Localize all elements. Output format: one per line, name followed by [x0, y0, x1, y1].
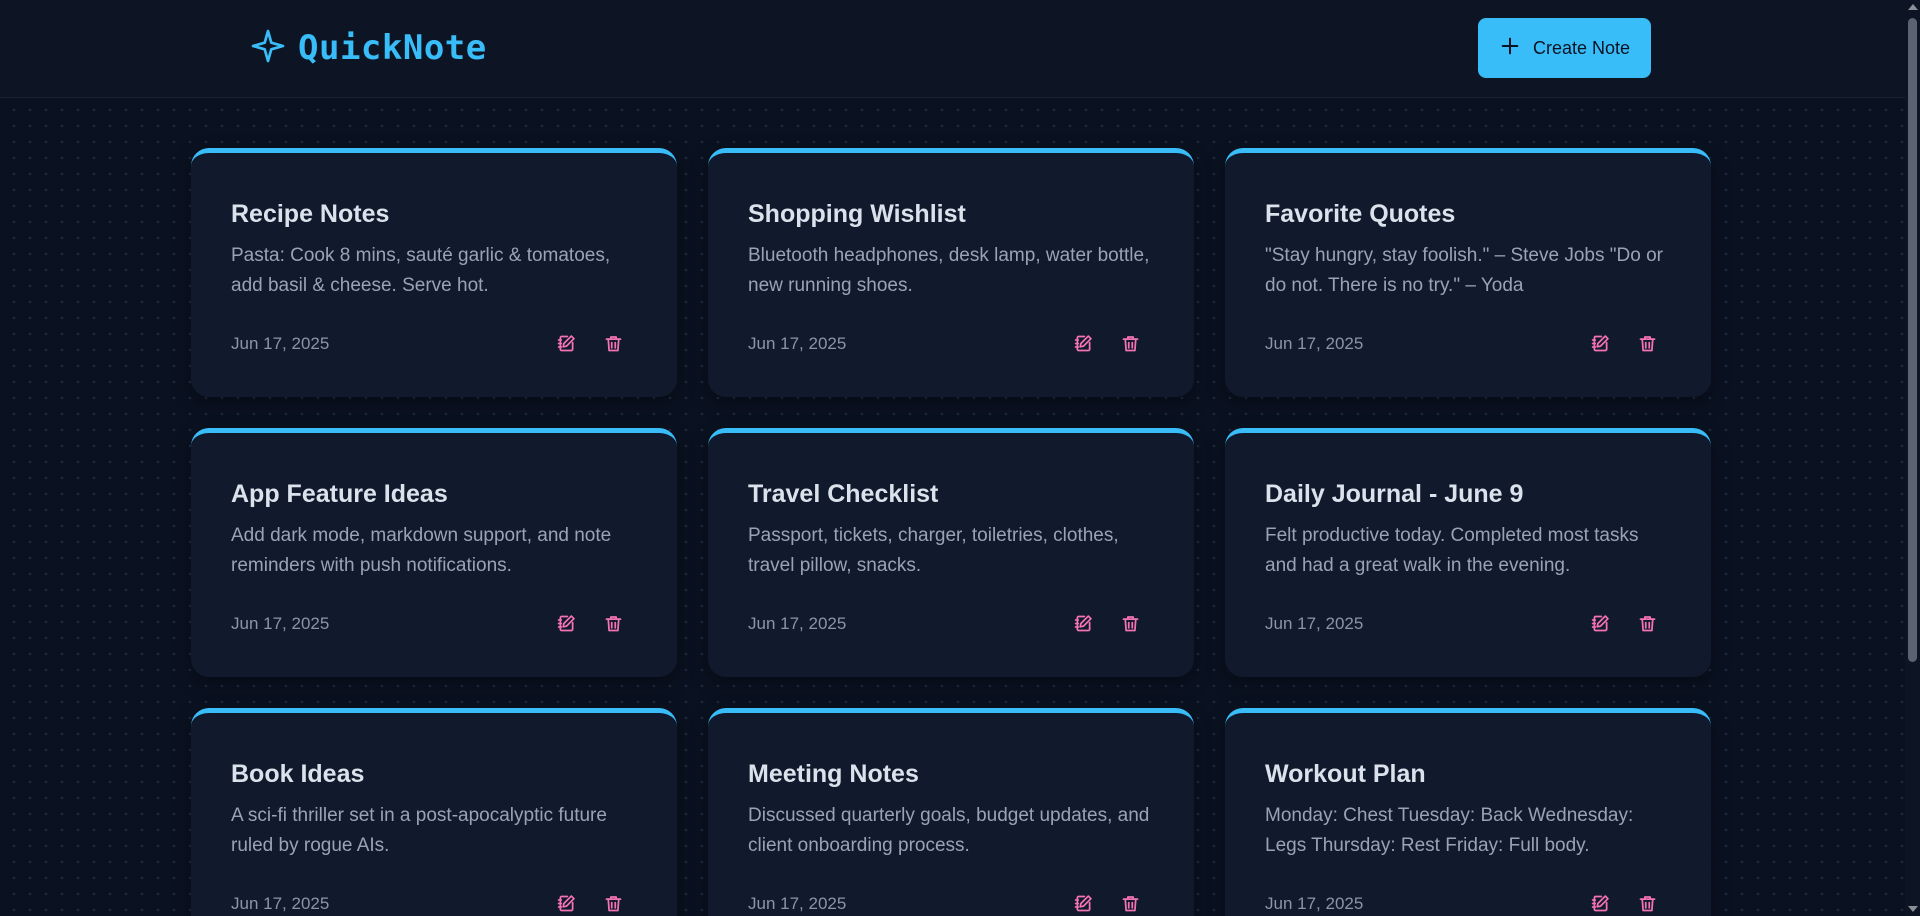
note-card[interactable]: Meeting Notes Discussed quarterly goals, … [708, 708, 1194, 916]
note-title: Book Ideas [231, 760, 365, 788]
trash-icon[interactable] [602, 892, 625, 915]
note-actions [1589, 892, 1659, 915]
note-body: Felt productive today. Completed most ta… [1265, 525, 1639, 576]
note-footer: Jun 17, 2025 [231, 332, 637, 355]
note-date: Jun 17, 2025 [1265, 333, 1364, 353]
note-footer: Jun 17, 2025 [748, 892, 1154, 915]
note-date: Jun 17, 2025 [231, 893, 330, 913]
note-body: Add dark mode, markdown support, and not… [231, 525, 612, 576]
edit-icon[interactable] [555, 892, 578, 915]
note-actions [1072, 332, 1142, 355]
trash-icon[interactable] [1636, 612, 1659, 635]
note-actions [555, 892, 625, 915]
note-title: Favorite Quotes [1265, 200, 1456, 228]
note-card[interactable]: Workout Plan Monday: Chest Tuesday: Back … [1225, 708, 1711, 916]
create-note-button[interactable]: Create Note [1478, 18, 1651, 78]
note-body: "Stay hungry, stay foolish." – Steve Job… [1265, 245, 1663, 296]
note-card[interactable]: Favorite Quotes "Stay hungry, stay foolis… [1225, 148, 1711, 397]
note-title: Shopping Wishlist [748, 200, 966, 228]
trash-icon[interactable] [1119, 892, 1142, 915]
trash-icon[interactable] [1636, 892, 1659, 915]
app-page: QuickNote Create Note Recipe Notes Pasta:… [0, 0, 1920, 916]
note-card[interactable]: Recipe Notes Pasta: Cook 8 mins, sauté ga… [191, 148, 677, 397]
trash-icon[interactable] [1119, 612, 1142, 635]
note-body: Passport, tickets, charger, toiletries, … [748, 525, 1119, 576]
note-footer: Jun 17, 2025 [1265, 332, 1671, 355]
edit-icon[interactable] [1072, 332, 1095, 355]
note-title: Recipe Notes [231, 200, 390, 228]
note-date: Jun 17, 2025 [1265, 613, 1364, 633]
note-footer: Jun 17, 2025 [1265, 892, 1671, 915]
edit-icon[interactable] [1072, 612, 1095, 635]
note-footer: Jun 17, 2025 [1265, 612, 1671, 635]
note-actions [555, 612, 625, 635]
note-footer: Jun 17, 2025 [748, 612, 1154, 635]
note-actions [555, 332, 625, 355]
create-note-label: Create Note [1532, 37, 1631, 58]
trash-icon[interactable] [602, 612, 625, 635]
note-body: Bluetooth headphones, desk lamp, water b… [748, 245, 1150, 296]
note-date: Jun 17, 2025 [748, 613, 847, 633]
note-actions [1589, 332, 1659, 355]
note-title: Workout Plan [1265, 760, 1426, 788]
note-date: Jun 17, 2025 [231, 613, 330, 633]
brand[interactable]: QuickNote [250, 24, 487, 72]
edit-icon[interactable] [1589, 892, 1612, 915]
sparkle-icon [250, 28, 286, 69]
note-footer: Jun 17, 2025 [231, 612, 637, 635]
note-card[interactable]: Book Ideas A sci-fi thriller set in a pos… [191, 708, 677, 916]
edit-icon[interactable] [555, 612, 578, 635]
note-title: Daily Journal - June 9 [1265, 480, 1524, 508]
scroll-thumb[interactable] [1908, 18, 1917, 662]
trash-icon[interactable] [602, 332, 625, 355]
note-date: Jun 17, 2025 [748, 333, 847, 353]
note-actions [1589, 612, 1659, 635]
note-body: Pasta: Cook 8 mins, sauté garlic & tomat… [231, 245, 611, 296]
notes-grid: Recipe Notes Pasta: Cook 8 mins, sauté ga… [191, 148, 1711, 916]
note-date: Jun 17, 2025 [231, 333, 330, 353]
scroll-down-arrow-icon[interactable] [1908, 906, 1918, 912]
note-footer: Jun 17, 2025 [231, 892, 637, 915]
app-title: QuickNote [298, 28, 487, 68]
note-title: Meeting Notes [748, 760, 919, 788]
note-actions [1072, 612, 1142, 635]
note-title: Travel Checklist [748, 480, 939, 508]
note-date: Jun 17, 2025 [748, 893, 847, 913]
trash-icon[interactable] [1119, 332, 1142, 355]
edit-icon[interactable] [1072, 892, 1095, 915]
scroll-up-arrow-icon[interactable] [1908, 4, 1918, 10]
trash-icon[interactable] [1636, 332, 1659, 355]
plus-icon [1499, 35, 1521, 62]
edit-icon[interactable] [555, 332, 578, 355]
note-card[interactable]: Shopping Wishlist Bluetooth headphones, d… [708, 148, 1194, 397]
app-header: QuickNote Create Note [0, 0, 1905, 98]
note-body: A sci-fi thriller set in a post-apocalyp… [231, 805, 607, 856]
edit-icon[interactable] [1589, 612, 1612, 635]
note-body: Discussed quarterly goals, budget update… [748, 805, 1150, 856]
note-title: App Feature Ideas [231, 480, 448, 508]
note-footer: Jun 17, 2025 [748, 332, 1154, 355]
note-card[interactable]: App Feature Ideas Add dark mode, markdown… [191, 428, 677, 677]
note-actions [1072, 892, 1142, 915]
note-body: Monday: Chest Tuesday: Back Wednesday: L… [1265, 805, 1634, 856]
note-date: Jun 17, 2025 [1265, 893, 1364, 913]
scrollbar[interactable] [1905, 0, 1920, 916]
note-card[interactable]: Travel Checklist Passport, tickets, charg… [708, 428, 1194, 677]
note-card[interactable]: Daily Journal - June 9 Felt productive to… [1225, 428, 1711, 677]
edit-icon[interactable] [1589, 332, 1612, 355]
